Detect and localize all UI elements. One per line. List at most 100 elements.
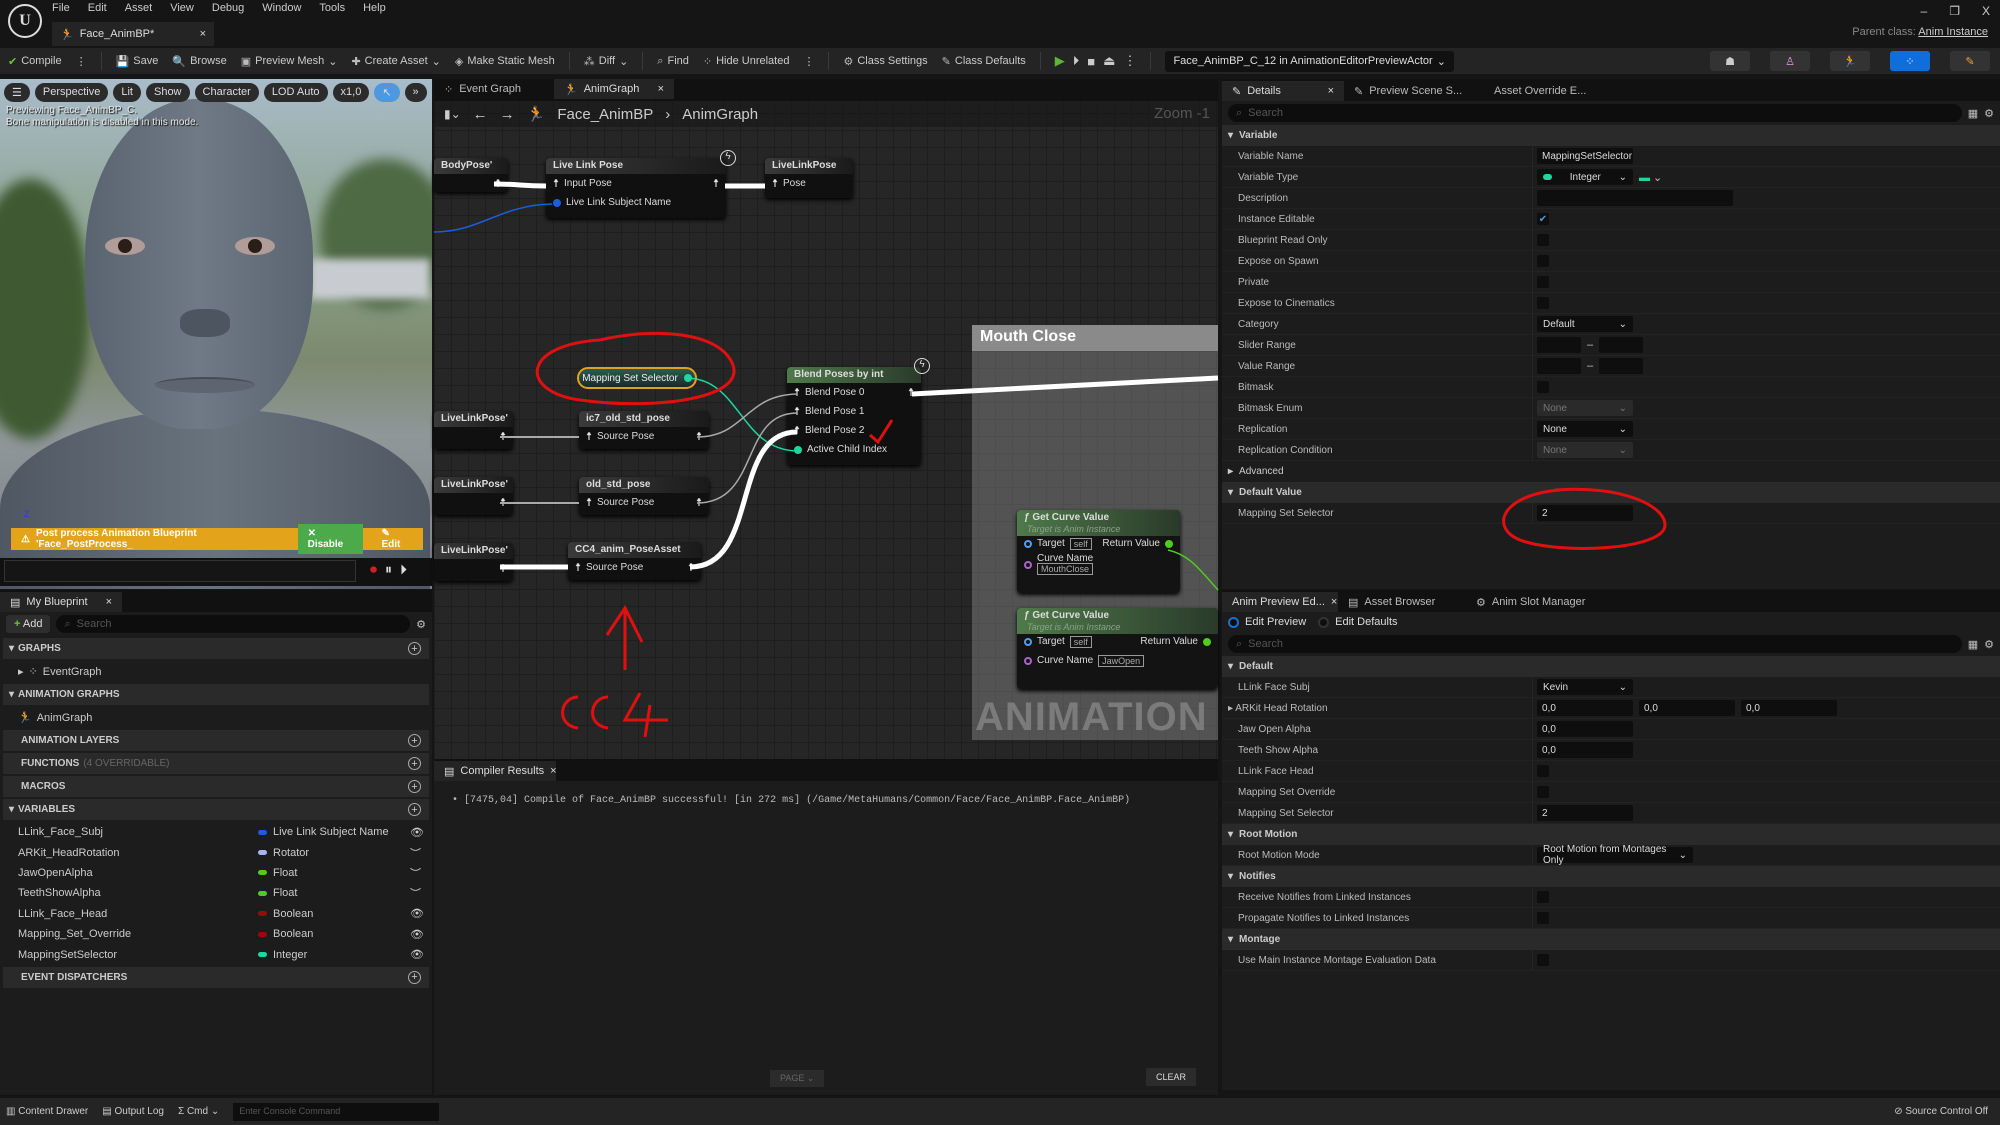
menu-edit[interactable]: Edit xyxy=(88,2,107,14)
property-checkbox[interactable]: ✔ xyxy=(1537,213,1549,225)
disable-button[interactable]: ✕ Disable xyxy=(297,524,364,554)
range-max-input[interactable] xyxy=(1599,358,1644,374)
variable-item[interactable]: LLink_Face_Head Boolean 👁 xyxy=(0,904,432,924)
node-live-link-pose[interactable]: Live Link Pose ☨ Input Pose ☨ Live Link Su… xyxy=(546,158,726,218)
content-drawer-button[interactable]: ▥ Content Drawer xyxy=(6,1106,88,1117)
gear-icon[interactable]: ⚙ xyxy=(1984,107,1994,120)
node-livelinkpose-3[interactable]: LiveLinkPose' ☨ xyxy=(434,543,513,581)
tab-my-blueprint[interactable]: ▤ My Blueprint × xyxy=(0,592,122,612)
curve-name-input[interactable]: MouthClose xyxy=(1037,563,1094,575)
variable-item[interactable]: MappingSetSelector Integer 👁 xyxy=(0,944,432,964)
section-advanced[interactable]: ▸ Advanced xyxy=(1222,461,2000,482)
section-default-value[interactable]: ▾ Default Value xyxy=(1222,482,2000,503)
section-header[interactable]: ▾ Montage xyxy=(1222,929,2000,950)
eject-icon[interactable]: ⏏ xyxy=(1103,53,1115,69)
property-input[interactable]: 0,0 xyxy=(1537,742,1633,758)
table-view-icon[interactable]: ▦ xyxy=(1968,107,1978,120)
hide-unrelated-button[interactable]: ⁘ Hide Unrelated xyxy=(703,55,790,68)
category-event-dispatchers[interactable]: EVENT DISPATCHERS + xyxy=(3,966,429,988)
menu-file[interactable]: File xyxy=(52,2,70,14)
node-body-pose[interactable]: BodyPose' ☨ xyxy=(434,158,508,192)
tab-anim-slot-manager[interactable]: ⚙ Anim Slot Manager xyxy=(1466,592,1595,612)
variable-item[interactable]: Mapping_Set_Override Boolean 👁 xyxy=(0,924,432,944)
physics-mode-button[interactable]: ✎ xyxy=(1950,51,1990,71)
pose-pin-icon[interactable]: ☨ xyxy=(495,177,501,190)
pose-pin-icon[interactable]: ☨ xyxy=(794,424,800,437)
close-tab-icon[interactable]: × xyxy=(1328,85,1334,97)
animation-mode-button[interactable]: 🏃 xyxy=(1830,51,1870,71)
range-min-input[interactable] xyxy=(1537,358,1581,374)
eye-closed-icon[interactable]: ︶ xyxy=(410,845,432,861)
character-button[interactable]: Character xyxy=(194,83,259,102)
minimize-button[interactable]: – xyxy=(1921,4,1928,18)
node-livelinkpose-2[interactable]: LiveLinkPose' ☨ xyxy=(434,477,513,515)
property-checkbox[interactable] xyxy=(1537,255,1549,267)
tab-asset-browser[interactable]: ▤ Asset Browser xyxy=(1338,592,1466,612)
pause-icon[interactable]: ⏸ xyxy=(385,561,392,578)
name-pin-icon[interactable] xyxy=(1024,656,1032,665)
pose-pin-icon[interactable]: ☨ xyxy=(794,386,800,399)
eye-open-icon[interactable]: 👁 xyxy=(410,826,432,839)
tab-compiler-results[interactable]: ▤ Compiler Results × xyxy=(434,761,557,781)
menu-debug[interactable]: Debug xyxy=(212,2,244,14)
property-checkbox[interactable] xyxy=(1537,786,1549,798)
expand-toolbar-button[interactable]: » xyxy=(404,83,427,102)
property-dropdown[interactable]: Default ⌄ xyxy=(1537,316,1633,332)
play-icon[interactable]: ▶ xyxy=(1055,53,1065,69)
section-header[interactable]: ▾ Notifies xyxy=(1222,866,2000,887)
eye-open-icon[interactable]: 👁 xyxy=(410,907,432,920)
property-dropdown[interactable]: Root Motion from Montages Only ⌄ xyxy=(1537,844,1693,866)
close-tab-icon[interactable]: × xyxy=(658,83,664,95)
class-settings-button[interactable]: ⚙ Class Settings xyxy=(843,55,927,68)
range-max-input[interactable] xyxy=(1599,337,1644,353)
eye-open-icon[interactable]: 👁 xyxy=(410,928,432,941)
graph-item-eventgraph[interactable]: ▸ ⁘ EventGraph xyxy=(0,661,432,682)
debug-object-select[interactable]: Face_AnimBP_C_12 in AnimationEditorPrevi… xyxy=(1165,50,1454,72)
range-min-input[interactable] xyxy=(1537,337,1581,353)
property-checkbox[interactable] xyxy=(1537,912,1549,924)
property-checkbox[interactable] xyxy=(1537,381,1549,393)
name-pin-icon[interactable] xyxy=(1024,561,1032,569)
edit-button[interactable]: ✎ Edit xyxy=(369,528,423,550)
menu-asset[interactable]: Asset xyxy=(125,2,153,14)
pose-pin-icon[interactable]: ☨ xyxy=(586,496,592,509)
variable-type-dropdown[interactable]: Integer ⌄ xyxy=(1537,169,1633,185)
node-ic7-old-std-pose[interactable]: ic7_old_std_pose ☨ Source Pose ☨ xyxy=(579,411,709,449)
node-cc4-anim-poseasset[interactable]: CC4_anim_PoseAsset ☨ Source Pose ☨ xyxy=(568,542,701,580)
eye-open-icon[interactable]: 👁 xyxy=(410,948,432,961)
pose-pin-icon[interactable]: ☨ xyxy=(575,561,581,574)
category-functions[interactable]: FUNCTIONS (4 OVERRIDABLE) + xyxy=(3,753,429,774)
preview-search[interactable]: ⌕ Search xyxy=(1228,635,1962,653)
save-button[interactable]: 💾 Save xyxy=(116,55,159,68)
variable-item[interactable]: JawOpenAlpha Float ︶ xyxy=(0,863,432,883)
property-checkbox[interactable] xyxy=(1537,234,1549,246)
node-old-std-pose[interactable]: old_std_pose ☨ Source Pose ☨ xyxy=(579,477,709,515)
section-header[interactable]: ▾ Root Motion xyxy=(1222,824,2000,845)
close-tab-icon[interactable]: × xyxy=(1331,596,1337,608)
perspective-button[interactable]: Perspective xyxy=(34,83,109,102)
find-button[interactable]: ⌕ Find xyxy=(657,55,689,68)
preview-viewport[interactable]: ☰ Perspective Lit Show Character LOD Aut… xyxy=(0,79,432,589)
float-pin-icon[interactable] xyxy=(1203,637,1211,646)
add-dispatcher-icon[interactable]: + xyxy=(408,970,421,984)
output-log-button[interactable]: ▤ Output Log xyxy=(102,1106,164,1117)
node-mapping-set-selector[interactable]: Mapping Set Selector xyxy=(577,367,697,389)
forward-arrow-icon[interactable]: → xyxy=(500,106,515,123)
pose-pin-icon[interactable]: ☨ xyxy=(696,430,702,443)
blueprint-mode-button[interactable]: ⁘ xyxy=(1890,51,1930,71)
skeleton-mode-button[interactable]: ☗ xyxy=(1710,51,1750,71)
property-checkbox[interactable] xyxy=(1537,765,1549,777)
pose-pin-icon[interactable]: ☨ xyxy=(500,430,506,443)
category-macros[interactable]: MACROS + xyxy=(3,776,429,797)
node-get-curve-value-jawopen[interactable]: ƒ Get Curve Value Target is Anim Instanc… xyxy=(1017,608,1218,689)
tab-asset-override[interactable]: Asset Override E... xyxy=(1484,81,1596,101)
step-icon[interactable]: ⏵ xyxy=(1073,53,1080,69)
tab-preview-scene[interactable]: ✎ Preview Scene S... xyxy=(1344,81,1484,101)
property-input[interactable] xyxy=(1537,190,1733,206)
table-view-icon[interactable]: ▦ xyxy=(1968,638,1978,651)
node-livelinkpose-1[interactable]: LiveLinkPose' ☨ xyxy=(434,411,513,449)
diff-button[interactable]: ⁂ Diff ⌄ xyxy=(584,55,629,68)
integer-pin-icon[interactable] xyxy=(794,445,802,454)
eye-closed-icon[interactable]: ︶ xyxy=(410,865,432,881)
variable-item[interactable]: ARKit_HeadRotation Rotator ︶ xyxy=(0,842,432,862)
